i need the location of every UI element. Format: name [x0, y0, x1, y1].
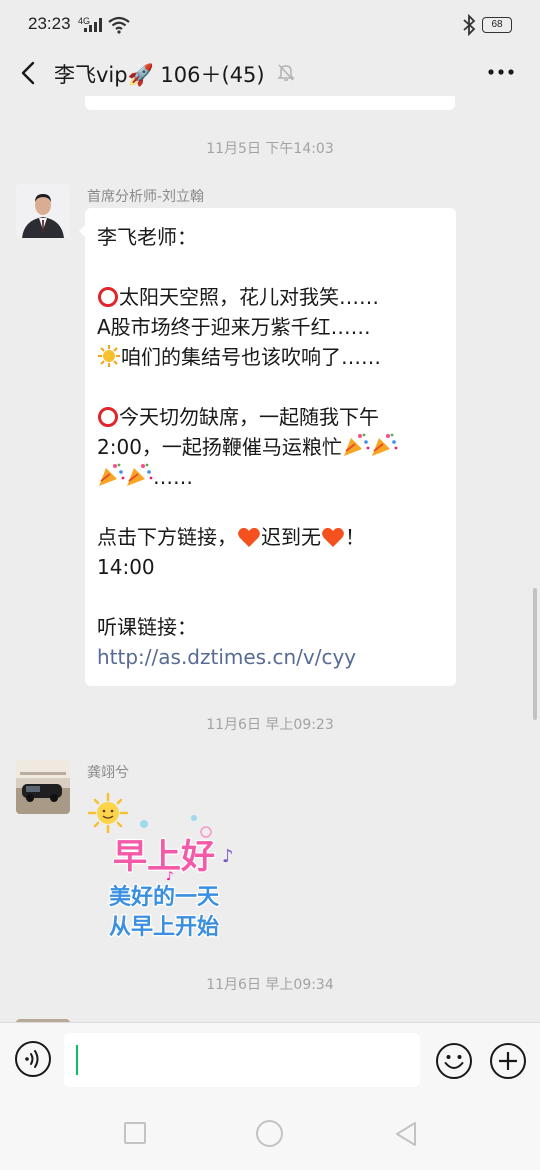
sun-icon: [98, 345, 120, 367]
chat-title: 李飞vip🚀 106＋(45): [54, 63, 265, 87]
good-morning-sticker[interactable]: ♪ ♪ 早上好 美好的一天 从早上开始: [86, 792, 246, 947]
message-input[interactable]: [64, 1033, 420, 1087]
chevron-left-icon[interactable]: [14, 58, 44, 88]
previous-message-bubble[interactable]: [85, 96, 455, 110]
message-line: 李飞老师：: [97, 225, 197, 249]
sticker-line: 美好的一天: [109, 884, 220, 910]
message-line: 2:00，一起扬鞭催马运粮忙: [97, 435, 342, 459]
nav-back-icon[interactable]: [393, 1120, 419, 1148]
avatar[interactable]: [16, 184, 70, 238]
recents-icon[interactable]: [124, 1122, 146, 1144]
sender-name: 龚翊兮: [87, 765, 129, 781]
message-line: ……: [153, 465, 193, 489]
sticker-line: 早上好: [113, 837, 215, 877]
orange-heart-icon: [238, 527, 260, 547]
message-timestamp: 11月5日 下午14:03: [206, 141, 334, 157]
signal-icon: [84, 18, 102, 32]
orange-heart-icon: [322, 527, 344, 547]
message-line: 14:00: [97, 555, 155, 579]
party-popper-icon: [343, 433, 370, 456]
voice-icon[interactable]: [14, 1040, 52, 1078]
message-line: ！: [345, 525, 365, 549]
message-line: 迟到无: [261, 525, 321, 549]
svg-text:♪: ♪: [222, 846, 234, 867]
message-line: 点击下方链接，: [97, 525, 237, 549]
message-line: 听课链接：: [97, 615, 197, 639]
wifi-icon: [108, 16, 130, 34]
party-popper-icon: [371, 433, 398, 456]
battery-icon: 68: [482, 17, 512, 33]
message-bubble[interactable]: 李飞老师： 太阳天空照，花儿对我笑…… A股市场终于迎来万紫千红…… 咱们的集结…: [85, 208, 456, 686]
message-timestamp: 11月6日 早上09:23: [206, 717, 334, 733]
text-caret: [76, 1045, 78, 1075]
message-line: 咱们的集结号也该吹响了……: [121, 345, 381, 369]
message-timestamp: 11月6日 早上09:34: [206, 977, 334, 993]
chat-header: 李飞vip🚀 106＋(45): [0, 50, 540, 95]
bell-off-icon: [277, 64, 295, 81]
bluetooth-icon: [463, 14, 476, 36]
plus-icon[interactable]: [489, 1042, 527, 1080]
party-popper-icon: [99, 463, 125, 486]
red-circle-icon: [98, 287, 118, 307]
message-line: 太阳天空照，花儿对我笑……: [119, 285, 379, 309]
message-line: 今天切勿缺席，一起随我下午: [119, 405, 379, 429]
message-link[interactable]: http://as.dztimes.cn/v/cyy: [97, 642, 444, 672]
status-time: 23:23: [28, 14, 71, 33]
party-popper-icon: [127, 463, 153, 486]
avatar[interactable]: [16, 760, 70, 814]
scrollbar[interactable]: [533, 588, 537, 720]
sticker-line: 从早上开始: [109, 914, 219, 940]
more-dots-icon[interactable]: [486, 60, 516, 84]
home-icon[interactable]: [256, 1120, 283, 1147]
red-circle-icon: [98, 407, 118, 427]
message-line: A股市场终于迎来万紫千红……: [97, 315, 371, 339]
smiley-icon[interactable]: [435, 1042, 473, 1080]
sender-name: 首席分析师-刘立翰: [87, 189, 205, 205]
status-bar: 23:23 4G 68: [0, 0, 540, 50]
